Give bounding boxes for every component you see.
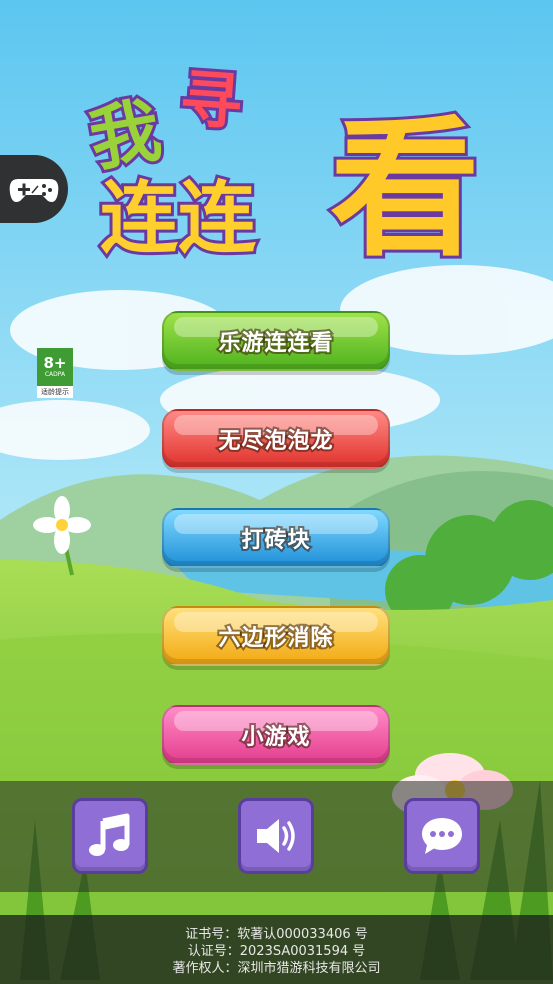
menu-button-hexagon[interactable]: 六边形消除 (162, 606, 390, 666)
menu-button-label: 无尽泡泡龙 (216, 427, 334, 456)
age-rating-tip: 适龄提示 (41, 388, 69, 396)
certification-number: 认证号：2023SA0031594 号 (187, 944, 366, 959)
gamepad-icon (9, 179, 59, 202)
age-rating-box: 8+ CADPA (37, 348, 73, 386)
sound-button[interactable] (238, 798, 314, 874)
certificate-number: 证书号：软著认000033406 号 (185, 927, 368, 942)
age-rating-badge[interactable]: 8+ CADPA 适龄提示 (37, 348, 73, 398)
menu-button-brick-breaker[interactable]: 打砖块 (162, 508, 390, 568)
menu-button-label: 打砖块 (239, 526, 311, 555)
age-rating-number: 8+ (43, 354, 67, 372)
menu-button-label: 六边形消除 (216, 624, 334, 653)
music-button[interactable] (72, 798, 148, 874)
menu-button-label: 小游戏 (239, 723, 311, 752)
menu-button-mini-games[interactable]: 小游戏 (162, 705, 390, 765)
chat-bubble-icon (422, 818, 462, 854)
copyright-footer: 证书号：软著认000033406 号 认证号：2023SA0031594 号 著… (0, 915, 553, 984)
speaker-icon (257, 819, 295, 853)
menu-button-lianliankan[interactable]: 乐游连连看 (162, 311, 390, 371)
age-rating-org: CADPA (44, 371, 66, 378)
logo-char-lianlian: 连连 (97, 174, 259, 264)
logo-char-wo: 我 (80, 86, 169, 185)
gamepad-float-button[interactable] (0, 155, 68, 223)
copyright-holder: 著作权人：深圳市猎游科技有限公司 (172, 961, 381, 976)
game-logo: 我 寻 连连 看 (80, 59, 483, 310)
logo-char-xun: 寻 (175, 59, 248, 142)
bottom-toolbar (0, 781, 553, 892)
menu-button-label: 乐游连连看 (216, 329, 334, 358)
logo-char-kan: 看 (327, 103, 483, 277)
menu-button-bubble-dragon[interactable]: 无尽泡泡龙 (162, 409, 390, 469)
music-note-icon (89, 813, 130, 856)
chat-button[interactable] (404, 798, 480, 874)
